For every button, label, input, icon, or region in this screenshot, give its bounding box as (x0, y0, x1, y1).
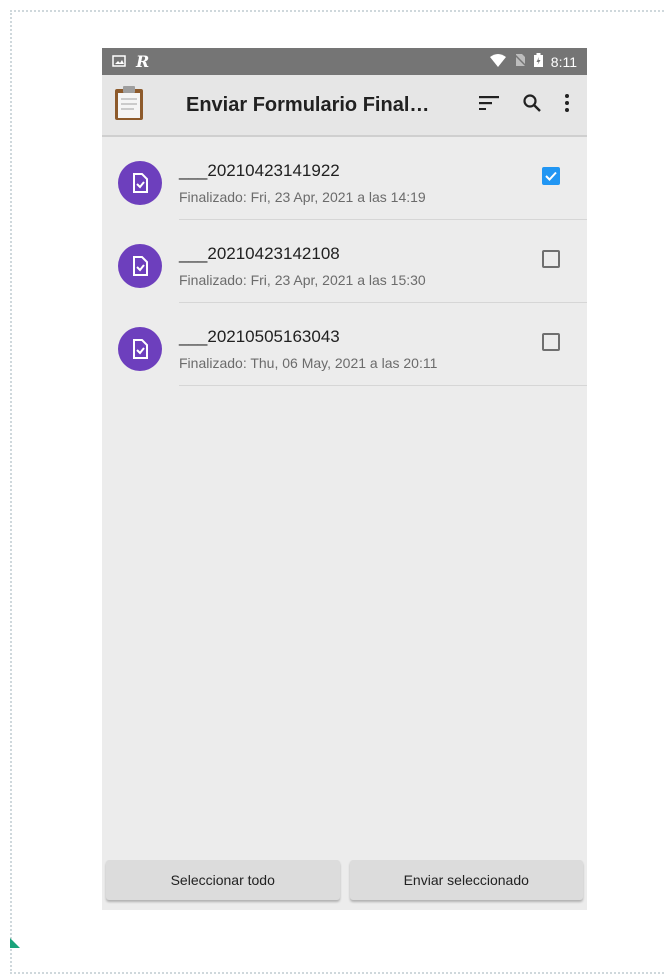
app-bar: Enviar Formulario Final… (102, 75, 587, 137)
form-check-icon (118, 244, 162, 288)
bottom-action-bar: Seleccionar todo Enviar seleccionado (102, 860, 587, 904)
status-bar: R 8:11 (102, 48, 587, 75)
select-all-button[interactable]: Seleccionar todo (106, 860, 340, 900)
search-icon[interactable] (523, 93, 541, 117)
image-icon (112, 54, 126, 70)
form-check-icon (118, 161, 162, 205)
list-item[interactable]: ___20210423141922 Finalizado: Fri, 23 Ap… (102, 137, 587, 220)
clipboard-icon (114, 85, 144, 126)
form-list: ___20210423141922 Finalizado: Fri, 23 Ap… (102, 137, 587, 386)
status-time: 8:11 (550, 53, 577, 70)
list-item[interactable]: ___20210505163043 Finalizado: Thu, 06 Ma… (102, 303, 587, 386)
divider (179, 385, 587, 386)
device-screen: R 8:11 Enviar Formulario Final… ___20210… (102, 48, 587, 910)
select-checkbox[interactable] (542, 250, 560, 268)
form-name: ___20210423141922 (179, 161, 340, 180)
form-finalized-date: Finalizado: Fri, 23 Apr, 2021 a las 14:1… (179, 189, 426, 205)
page-title: Enviar Formulario Final… (186, 93, 430, 116)
more-vert-icon[interactable] (565, 93, 569, 117)
form-finalized-date: Finalizado: Thu, 06 May, 2021 a las 20:1… (179, 355, 438, 371)
no-sim-icon (513, 53, 527, 70)
sort-icon[interactable] (479, 95, 499, 115)
select-checkbox[interactable] (542, 333, 560, 351)
corner-marker (10, 938, 20, 948)
wifi-icon (489, 53, 506, 70)
battery-icon (533, 53, 543, 70)
form-check-icon (118, 327, 162, 371)
form-name: ___20210423142108 (179, 244, 340, 263)
form-name: ___20210505163043 (179, 327, 340, 346)
r-app-icon: R (136, 52, 150, 71)
select-checkbox[interactable] (542, 167, 560, 185)
form-finalized-date: Finalizado: Fri, 23 Apr, 2021 a las 15:3… (179, 272, 426, 288)
send-selected-button[interactable]: Enviar seleccionado (349, 860, 583, 900)
list-item[interactable]: ___20210423142108 Finalizado: Fri, 23 Ap… (102, 220, 587, 303)
